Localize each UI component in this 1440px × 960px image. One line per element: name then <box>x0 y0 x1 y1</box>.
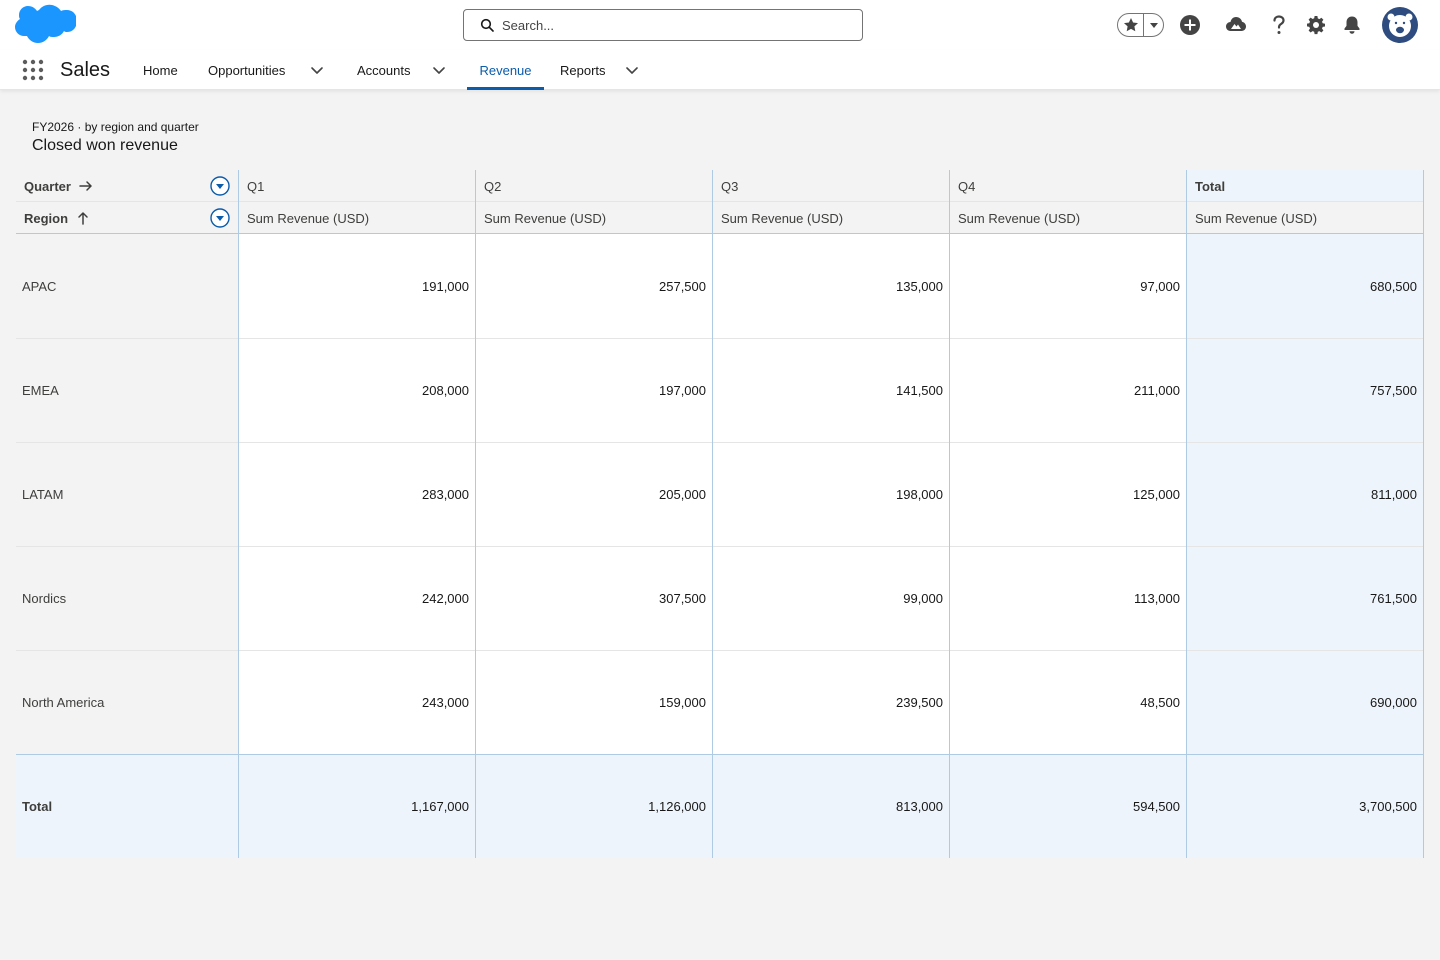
chevron-down-icon[interactable] <box>309 62 325 78</box>
table-cell: 191,000 <box>422 278 469 294</box>
column-header-q1: Q1 <box>247 178 265 194</box>
grand-total-cell: 1,167,000 <box>411 798 469 814</box>
table-cell: 198,000 <box>896 486 943 502</box>
row-label-latam: LATAM <box>22 486 64 502</box>
favorites-group <box>1117 13 1164 37</box>
column-header-q2: Q2 <box>484 178 502 194</box>
table-cell-total: 690,000 <box>1370 694 1417 710</box>
table-cell: 257,500 <box>659 278 706 294</box>
grand-total-cell: 594,500 <box>1133 798 1180 814</box>
search-icon <box>480 18 494 32</box>
chevron-down-icon[interactable] <box>624 62 640 78</box>
nav-item-reports[interactable]: Reports <box>560 50 606 90</box>
row-label-total: Total <box>22 798 53 814</box>
column-header-q4: Q4 <box>958 178 976 194</box>
table-cell: 243,000 <box>422 694 469 710</box>
table-cell: 283,000 <box>422 486 469 502</box>
column-grouping-menu-icon[interactable] <box>210 176 230 196</box>
help-button[interactable] <box>1267 13 1291 37</box>
column-header-total: Total <box>1195 178 1226 194</box>
table-cell: 48,500 <box>1140 694 1180 710</box>
row-label-emea: EMEA <box>22 382 59 398</box>
column-grouping-label: Quarter <box>24 170 93 202</box>
report-title: Closed won revenue <box>32 137 178 154</box>
grand-total-cell: 1,126,000 <box>648 798 706 814</box>
app-nav-bar: Sales Home Opportunities Accounts Revenu… <box>0 50 1440 90</box>
avatar-icon <box>1387 13 1413 37</box>
notifications-button[interactable] <box>1340 13 1364 37</box>
table-cell: 125,000 <box>1133 486 1180 502</box>
column-header-q3: Q3 <box>721 178 739 194</box>
row-grouping-label: Region <box>24 202 90 234</box>
table-cell: 113,000 <box>1133 590 1180 606</box>
table-cell-total: 761,500 <box>1370 590 1417 606</box>
column-divider <box>1423 170 1424 858</box>
row-grouping-menu-icon[interactable] <box>210 208 230 228</box>
measure-header: Sum Revenue (USD) <box>247 210 370 226</box>
nav-item-home[interactable]: Home <box>143 50 178 90</box>
table-cell: 205,000 <box>659 486 706 502</box>
table-cell-total: 811,000 <box>1370 486 1417 502</box>
trailhead-icon <box>1226 17 1246 31</box>
nav-item-label: Opportunities <box>208 62 286 78</box>
nav-item-revenue[interactable]: Revenue <box>467 50 544 90</box>
table-cell: 141,500 <box>896 382 943 398</box>
table-cell-total: 680,500 <box>1370 278 1417 294</box>
global-search[interactable] <box>463 9 863 41</box>
setup-button[interactable] <box>1304 13 1328 37</box>
nav-item-label: Accounts <box>357 62 411 78</box>
search-input[interactable] <box>502 17 842 33</box>
cloud-logo-icon[interactable] <box>14 4 76 46</box>
grand-total-cell: 3,700,500 <box>1359 798 1417 814</box>
nav-item-accounts[interactable]: Accounts <box>357 50 410 90</box>
table-cell: 159,000 <box>659 694 706 710</box>
global-header <box>0 0 1440 50</box>
report-subtitle: FY2026 · by region and quarter <box>32 120 199 134</box>
bell-icon <box>1344 16 1360 34</box>
grand-total-cell: 813,000 <box>896 798 943 814</box>
row-label-apac: APAC <box>22 278 57 294</box>
table-cell: 99,000 <box>903 590 943 606</box>
table-cell: 211,000 <box>1133 382 1180 398</box>
add-icon <box>1180 15 1200 35</box>
table-cell: 135,000 <box>896 278 943 294</box>
measure-header: Sum Revenue (USD) <box>484 210 607 226</box>
measure-header: Sum Revenue (USD) <box>958 210 1081 226</box>
chevron-down-icon[interactable] <box>431 62 447 78</box>
user-avatar[interactable] <box>1382 7 1418 43</box>
nav-item-opportunities[interactable]: Opportunities <box>208 50 285 90</box>
global-create-button[interactable] <box>1178 13 1202 37</box>
trailhead-button[interactable] <box>1224 13 1248 37</box>
table-cell: 97,000 <box>1140 278 1180 294</box>
row-label-nordics: Nordics <box>22 590 67 606</box>
nav-item-label: Reports <box>560 62 606 78</box>
matrix-report-table: Quarter Region Q1 Q2 Q3 Q4 Total Sum Rev… <box>16 170 1424 858</box>
measure-header: Sum Revenue (USD) <box>721 210 844 226</box>
app-launcher-icon[interactable] <box>22 59 44 81</box>
nav-item-label: Revenue <box>479 62 532 78</box>
table-cell: 242,000 <box>422 590 469 606</box>
app-name: Sales <box>60 59 111 81</box>
favorites-button[interactable] <box>1118 14 1144 36</box>
table-cell-total: 757,500 <box>1370 382 1417 398</box>
favorites-menu-button[interactable] <box>1144 14 1163 36</box>
table-cell: 239,500 <box>896 694 943 710</box>
measure-header: Sum Revenue (USD) <box>1195 210 1318 226</box>
table-cell: 208,000 <box>422 382 469 398</box>
table-cell: 197,000 <box>659 382 706 398</box>
table-cell: 307,500 <box>659 590 706 606</box>
star-icon <box>1123 18 1138 32</box>
row-label-north-america: North America <box>22 694 105 710</box>
nav-item-label: Home <box>143 62 178 78</box>
arrow-right-icon <box>79 181 92 191</box>
gear-icon <box>1307 16 1325 35</box>
arrow-up-icon <box>78 212 88 225</box>
help-icon <box>1273 15 1285 34</box>
caret-down-icon <box>1149 23 1158 28</box>
